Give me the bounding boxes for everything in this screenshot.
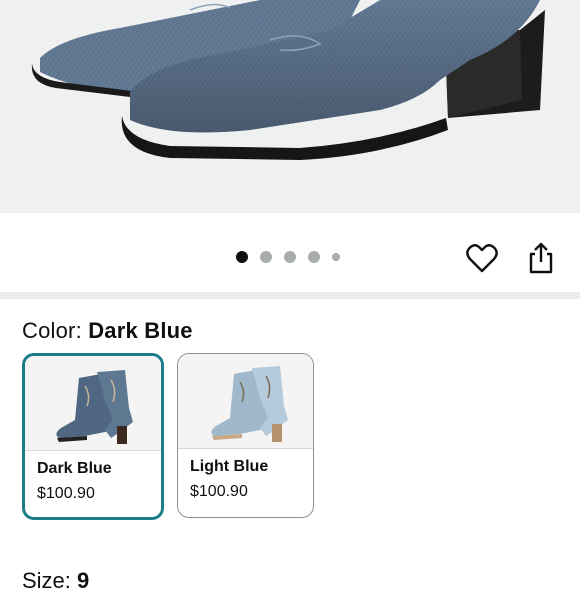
section-divider <box>0 292 580 299</box>
dark-blue-thumbnail <box>25 356 161 450</box>
color-option-dark-blue[interactable]: Dark Blue $100.90 <box>22 353 164 520</box>
swatch-name: Dark Blue <box>37 460 112 477</box>
light-blue-thumbnail <box>178 354 313 448</box>
boot-illustration <box>31 0 545 160</box>
size-label: Size: <box>22 568 71 593</box>
size-heading: Size: 9 <box>22 568 89 594</box>
carousel-indicator <box>236 251 340 263</box>
swatch-price: $100.90 <box>37 485 95 502</box>
carousel-dot-5[interactable] <box>332 253 340 261</box>
color-option-light-blue[interactable]: Light Blue $100.90 <box>177 353 314 518</box>
carousel-dot-1[interactable] <box>236 251 248 263</box>
selected-size-value: 9 <box>77 568 90 593</box>
carousel-dot-3[interactable] <box>284 251 296 263</box>
share-button[interactable] <box>523 240 559 276</box>
swatch-separator <box>25 450 161 451</box>
swatch-price: $100.90 <box>190 483 248 500</box>
carousel-dot-4[interactable] <box>308 251 320 263</box>
swatch-separator <box>178 448 313 449</box>
carousel-dot-2[interactable] <box>260 251 272 263</box>
color-label: Color: <box>22 318 82 343</box>
heart-icon <box>466 244 498 273</box>
product-image[interactable] <box>0 0 580 213</box>
selected-color-value: Dark Blue <box>88 318 193 343</box>
swatch-name: Light Blue <box>190 458 269 475</box>
share-icon <box>529 242 553 274</box>
color-heading: Color: Dark Blue <box>22 318 193 344</box>
favorite-button[interactable] <box>463 240 501 276</box>
